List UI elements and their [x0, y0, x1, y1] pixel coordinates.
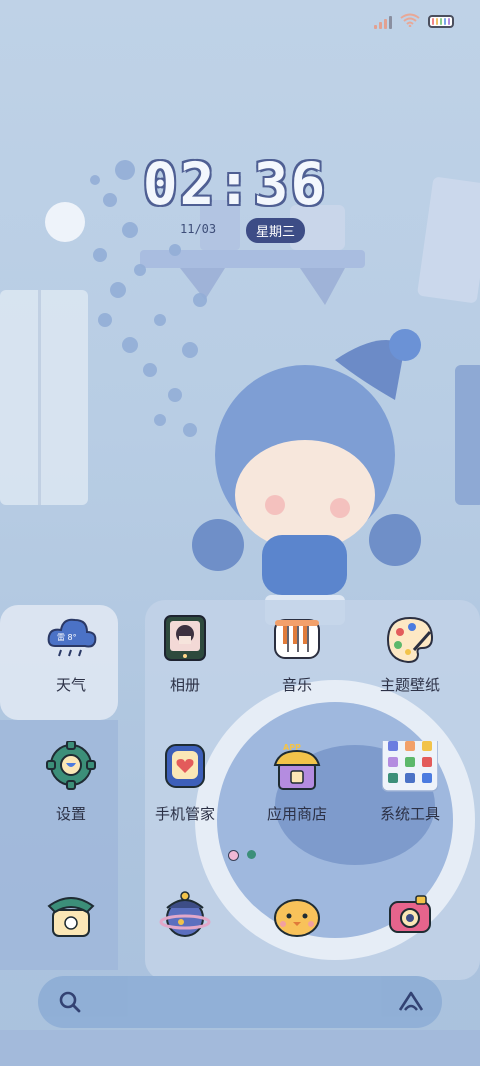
- page-indicator[interactable]: [228, 850, 256, 861]
- app-label: 手机管家: [154, 805, 215, 823]
- tools-folder-icon: [381, 734, 439, 797]
- piano-keys-icon: [269, 612, 325, 668]
- weather-cloud-icon: 雷 8°: [43, 612, 99, 668]
- app-weather[interactable]: 雷 8° 天气: [16, 612, 126, 695]
- wifi-icon: [400, 12, 420, 31]
- page-dot[interactable]: [247, 850, 256, 859]
- svg-text:APP: APP: [283, 743, 301, 752]
- app-label: 天气: [55, 676, 86, 694]
- page-dot-active[interactable]: [228, 850, 239, 861]
- app-themes[interactable]: 主题壁纸: [355, 612, 465, 695]
- app-label: 主题壁纸: [379, 676, 440, 694]
- dock-messages[interactable]: [242, 888, 352, 944]
- dock-contacts[interactable]: [130, 888, 240, 944]
- app-settings[interactable]: 设置: [16, 740, 126, 824]
- dock-camera[interactable]: [355, 888, 465, 944]
- weather-badge: 雷 8°: [57, 633, 77, 642]
- app-label: 相册: [169, 676, 200, 694]
- photo-frame-icon: [157, 612, 213, 668]
- clock-weekday: 星期三: [246, 218, 306, 243]
- gear-icon: [43, 740, 99, 797]
- search-icon[interactable]: [58, 990, 82, 1018]
- contacts-planet-icon: [157, 888, 213, 944]
- app-label: 音乐: [281, 676, 312, 694]
- battery-icon: [428, 15, 454, 28]
- dock-phone[interactable]: [16, 888, 126, 944]
- app-label: 设置: [55, 805, 86, 823]
- app-store-house-icon: APP: [269, 741, 325, 797]
- camera-icon: [382, 888, 438, 944]
- signal-icon: [374, 15, 392, 29]
- app-system-tools[interactable]: 系统工具: [355, 734, 465, 824]
- shield-heart-icon: [157, 741, 213, 797]
- clock-time[interactable]: 02:36: [0, 150, 470, 218]
- app-store[interactable]: APP 应用商店: [242, 741, 352, 824]
- clock-date: 11/03: [180, 222, 217, 236]
- app-label: 应用商店: [266, 805, 327, 823]
- app-label: 系统工具: [379, 805, 440, 823]
- search-bar[interactable]: [38, 976, 442, 1028]
- paint-palette-icon: [382, 612, 438, 668]
- messages-chick-icon: [269, 888, 325, 944]
- assistant-icon[interactable]: [398, 990, 424, 1018]
- status-bar: [374, 12, 454, 31]
- app-phone-manager[interactable]: 手机管家: [130, 741, 240, 824]
- app-music[interactable]: 音乐: [242, 612, 352, 695]
- app-gallery[interactable]: 相册: [130, 612, 240, 695]
- phone-icon: [43, 888, 99, 944]
